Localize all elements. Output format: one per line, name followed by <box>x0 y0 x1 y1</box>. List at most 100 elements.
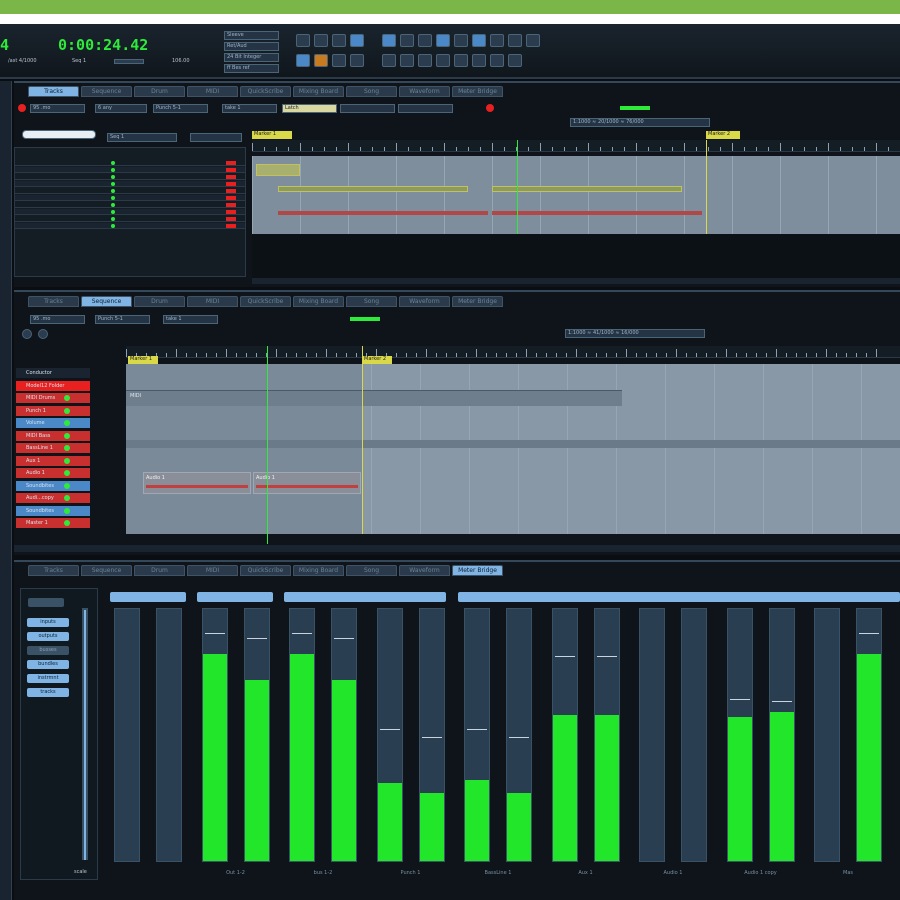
play-enable-icon[interactable] <box>111 161 115 165</box>
seq-track-row[interactable]: Audi...copy <box>16 493 90 503</box>
tab-mixing-board[interactable]: Mixing Board <box>293 86 344 97</box>
midi-clip-2[interactable] <box>492 186 682 192</box>
scissors-tool-icon[interactable] <box>454 34 468 47</box>
record-arm-icon[interactable] <box>226 210 236 214</box>
table-row[interactable] <box>15 195 245 201</box>
seq-marker-2-flag[interactable]: Marker 2 <box>362 356 392 364</box>
combo-3[interactable]: 24 Bit Integer <box>224 53 279 62</box>
latch-select[interactable]: Latch <box>282 104 337 113</box>
tracks-time-display[interactable]: 1:1000 ≈ 20/1000 ≈ 76/000 <box>570 118 710 127</box>
marker-2-flag[interactable]: Marker 2 <box>706 131 740 139</box>
tab-midi-3[interactable]: MIDI <box>187 565 238 576</box>
tab-waveform-3[interactable]: Waveform <box>399 565 450 576</box>
filter-instrmnt-button[interactable]: instrmnt <box>27 674 69 683</box>
tab-sequence[interactable]: Sequence <box>81 86 132 97</box>
tab-midi[interactable]: MIDI <box>187 86 238 97</box>
track-enable-icon[interactable] <box>64 470 70 476</box>
pause-button[interactable] <box>296 54 310 67</box>
tab-song-2[interactable]: Song <box>346 296 397 307</box>
seq-track-row[interactable]: Volume <box>16 418 90 428</box>
seq-track-row[interactable]: BassLine 1 <box>16 443 90 453</box>
tab-meter-bridge-2[interactable]: Meter Bridge <box>452 296 503 307</box>
speaker-tool-icon[interactable] <box>526 34 540 47</box>
seq-track-row[interactable]: MIDI Bass <box>16 430 90 441</box>
punch-button[interactable] <box>332 54 346 67</box>
filter-tracks-button[interactable]: tracks <box>27 688 69 697</box>
seq-track-row[interactable]: Master 1 <box>16 518 90 528</box>
filter-bundles-button[interactable]: bundles <box>27 660 69 669</box>
seq-track-row[interactable]: Soundbites <box>16 505 90 516</box>
conductor-clip[interactable] <box>256 164 300 176</box>
metronome-button[interactable] <box>350 54 364 67</box>
seq-marker-1-flag[interactable]: Marker 1 <box>128 356 158 364</box>
play-enable-icon[interactable] <box>111 217 115 221</box>
table-row[interactable] <box>15 209 245 215</box>
tab-song[interactable]: Song <box>346 86 397 97</box>
table-row[interactable] <box>15 223 245 229</box>
hand-tool-icon[interactable] <box>490 34 504 47</box>
seq-ruler[interactable] <box>126 346 900 358</box>
track-enable-icon[interactable] <box>64 457 70 464</box>
tab-tracks[interactable]: Tracks <box>28 86 79 97</box>
seq-track-row[interactable]: Model12 Folder <box>16 380 90 391</box>
play-enable-icon[interactable] <box>111 203 115 207</box>
track-search-input[interactable] <box>22 130 96 139</box>
seq-midi-region[interactable]: MIDI <box>126 390 622 406</box>
track-enable-icon[interactable] <box>64 420 70 426</box>
seq-playhead[interactable] <box>267 346 268 544</box>
tab-tracks-2[interactable]: Tracks <box>28 296 79 307</box>
tab-quickscribe-3[interactable]: QuickScribe <box>240 565 291 576</box>
table-row[interactable] <box>15 216 245 222</box>
record-dot-icon[interactable] <box>486 104 494 112</box>
take-select[interactable]: take 1 <box>222 104 277 113</box>
midi-clip-1[interactable] <box>278 186 468 192</box>
play-enable-icon[interactable] <box>111 196 115 200</box>
stop-button[interactable] <box>314 34 328 47</box>
tab-tracks-3[interactable]: Tracks <box>28 565 79 576</box>
combo-2[interactable]: Ret/Aud <box>224 42 279 51</box>
tempo-slider[interactable] <box>114 59 144 64</box>
seq-audio-clip-2[interactable]: Audio 1 <box>253 472 361 494</box>
record-arm-icon[interactable] <box>226 161 236 165</box>
track-enable-icon[interactable] <box>64 507 70 514</box>
tab-meter-bridge-3[interactable]: Meter Bridge <box>452 565 503 576</box>
seq-track-row[interactable]: Punch 1 <box>16 405 90 416</box>
table-row[interactable] <box>15 181 245 187</box>
seq-take-select[interactable]: take 1 <box>163 315 218 324</box>
tempo-value[interactable]: 106.00 <box>172 58 190 64</box>
eraser-tool-icon[interactable] <box>418 34 432 47</box>
tab-mixing-board-3[interactable]: Mixing Board <box>293 565 344 576</box>
seq-hscrollbar[interactable] <box>14 545 900 552</box>
track-enable-icon[interactable] <box>64 395 70 401</box>
view-toggle[interactable] <box>28 598 64 607</box>
table-row[interactable] <box>15 188 245 194</box>
timecode-display[interactable]: 0:00:24.42 <box>58 36 148 54</box>
marker-1-flag[interactable]: Marker 1 <box>252 131 292 139</box>
tab-drum[interactable]: Drum <box>134 86 185 97</box>
tracks-timeline-grid[interactable] <box>252 156 900 234</box>
zoom-tool-icon[interactable] <box>508 34 522 47</box>
combo-4[interactable]: ff Bes ref <box>224 64 279 73</box>
snap-icon[interactable] <box>382 54 396 67</box>
pencil-tool-icon[interactable] <box>400 34 414 47</box>
grid-tool-icon[interactable] <box>472 34 486 47</box>
seq-track-name-field[interactable]: 95 .mo <box>30 315 85 324</box>
play-enable-icon[interactable] <box>111 168 115 172</box>
play-enable-icon[interactable] <box>111 210 115 214</box>
tab-drum-2[interactable]: Drum <box>134 296 185 307</box>
play-enable-icon[interactable] <box>111 175 115 179</box>
tab-midi-2[interactable]: MIDI <box>187 296 238 307</box>
seq-sequence-select[interactable]: Punch 5-1 <box>95 315 150 324</box>
seq-audio-clip-1[interactable]: Audio 1 <box>143 472 251 494</box>
track-name-field[interactable]: 95 .mo <box>30 104 85 113</box>
audio-clip-1[interactable] <box>278 211 488 215</box>
track-enable-icon[interactable] <box>64 432 70 439</box>
track-enable-icon[interactable] <box>64 445 70 451</box>
table-row[interactable] <box>15 202 245 208</box>
seq-track-row[interactable]: Conductor <box>16 368 90 378</box>
record-arm-icon[interactable] <box>226 182 236 186</box>
play-enable-icon[interactable] <box>111 182 115 186</box>
split-icon[interactable] <box>454 54 468 67</box>
table-row[interactable] <box>15 167 245 173</box>
table-row[interactable] <box>15 174 245 180</box>
